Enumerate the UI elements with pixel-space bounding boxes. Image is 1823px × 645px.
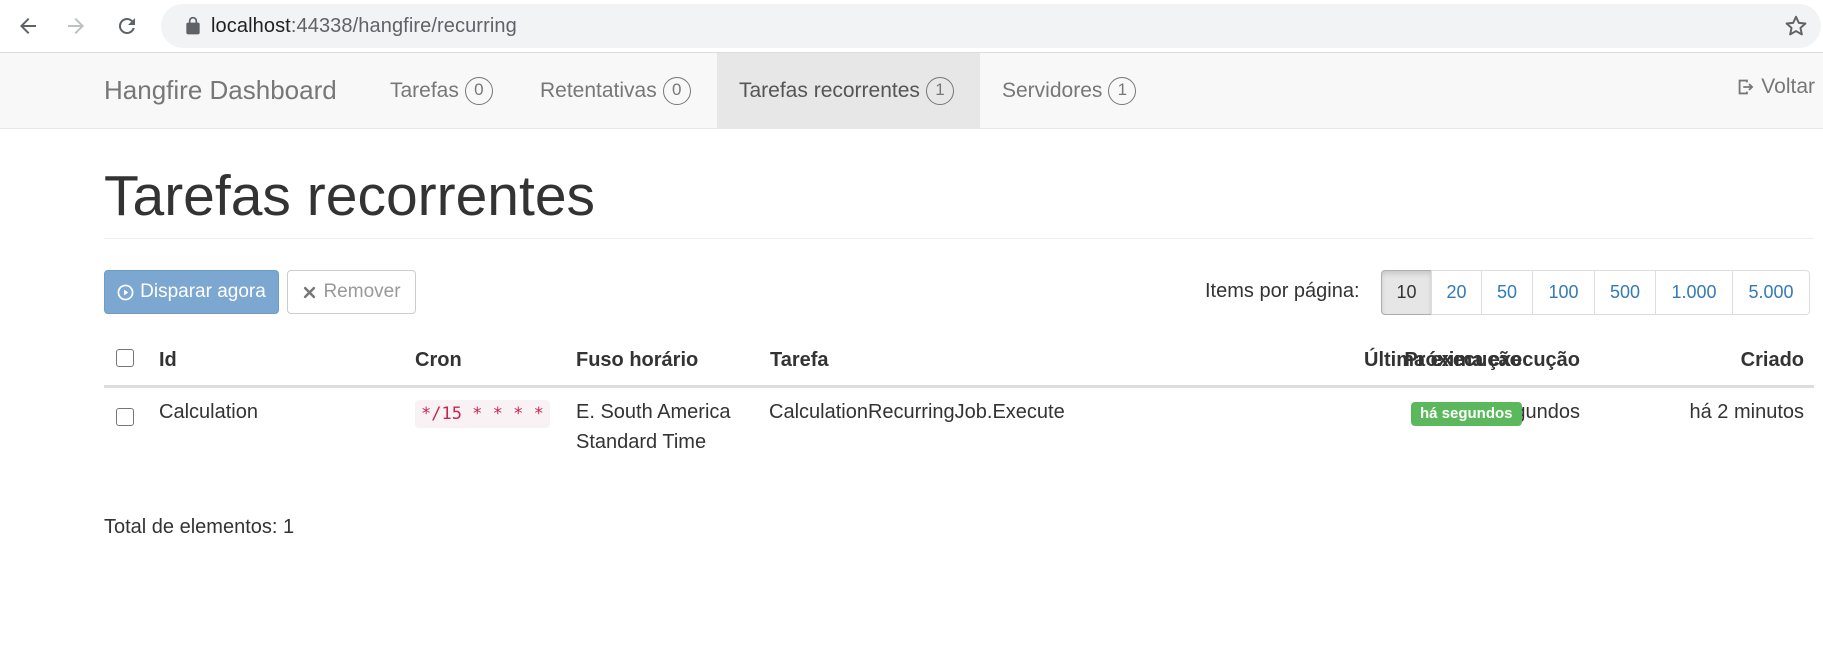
url-path: :44338/hangfire/recurring — [290, 15, 517, 37]
column-header-created: Criado — [1740, 349, 1804, 371]
nav-count-badge: 0 — [464, 77, 493, 105]
url-host: localhost — [211, 15, 291, 37]
job-method-cell: CalculationRecurringJob.Execute — [769, 401, 1065, 423]
top-navbar: Hangfire Dashboard Tarefas 0 Retentativa… — [0, 53, 1823, 129]
per-page-option-100[interactable]: 100 — [1532, 270, 1595, 315]
column-header-id: Id — [159, 349, 177, 371]
last-execution-cell: há segundos — [1411, 397, 1522, 427]
reload-button[interactable] — [109, 8, 145, 44]
trigger-now-label: Disparar agora — [140, 281, 266, 302]
created-cell: há 2 minutos — [1689, 401, 1804, 423]
back-arrow-icon — [20, 18, 36, 34]
trigger-now-button[interactable]: Disparar agora — [104, 270, 279, 314]
column-header-timezone: Fuso horário — [576, 349, 699, 371]
cron-expression: */15 * * * * — [415, 400, 550, 428]
nav-item-label: Tarefas recorrentes — [739, 79, 920, 102]
nav-item-retentativas[interactable]: Retentativas 0 — [518, 53, 713, 129]
back-button[interactable] — [10, 8, 46, 44]
column-header-cron: Cron — [415, 349, 462, 371]
forward-button[interactable] — [58, 8, 94, 44]
table-row: Calculation */15 * * * * E. South Americ… — [104, 388, 1814, 468]
job-id-link[interactable]: Calculation — [159, 397, 258, 427]
url-text: localhost:44338/hangfire/recurring — [211, 15, 517, 38]
title-divider — [104, 238, 1814, 239]
brand-link[interactable]: Hangfire Dashboard — [104, 75, 337, 106]
total-count-text: Total de elementos: 1 — [104, 516, 295, 538]
remove-button[interactable]: Remover — [287, 270, 416, 314]
nav-count-badge: 1 — [925, 77, 954, 105]
per-page-option-500[interactable]: 500 — [1594, 270, 1656, 315]
timezone-line-2: Standard Time — [576, 431, 707, 453]
reload-icon — [118, 17, 135, 34]
row-checkbox[interactable] — [116, 408, 134, 426]
per-page-option-10[interactable]: 10 — [1381, 270, 1432, 315]
per-page-option-1000[interactable]: 1.000 — [1655, 270, 1733, 315]
select-all-checkbox[interactable] — [116, 349, 134, 367]
logout-link[interactable]: Voltar — [1735, 75, 1815, 99]
forward-arrow-icon — [68, 18, 84, 34]
nav-item-label: Servidores — [1002, 79, 1103, 102]
nav-count-badge: 0 — [662, 77, 691, 105]
nav-item-servidores[interactable]: Servidores 1 — [980, 53, 1158, 129]
timezone-line-1: E. South America — [576, 401, 731, 423]
remove-label: Remover — [323, 281, 401, 302]
lock-icon — [186, 16, 200, 35]
bookmark-star-icon[interactable] — [1783, 13, 1809, 39]
last-execution-status-badge[interactable]: há segundos — [1411, 402, 1522, 426]
nav-item-tarefas[interactable]: Tarefas 0 — [368, 53, 515, 129]
per-page-option-5000[interactable]: 5.000 — [1732, 270, 1810, 315]
nav-item-tarefas-recorrentes[interactable]: Tarefas recorrentes 1 — [717, 53, 980, 129]
close-icon — [304, 286, 316, 298]
per-page-selector: 10 20 50 100 500 1.000 5.000 — [1381, 270, 1810, 315]
nav-count-badge: 1 — [1108, 77, 1137, 105]
address-bar[interactable]: localhost:44338/hangfire/recurring — [161, 4, 1821, 48]
per-page-option-20[interactable]: 20 — [1431, 270, 1482, 315]
logout-label: Voltar — [1761, 75, 1815, 98]
nav-item-label: Tarefas — [390, 79, 459, 102]
browser-toolbar: localhost:44338/hangfire/recurring — [0, 0, 1823, 53]
column-header-job: Tarefa — [770, 349, 829, 371]
nav-item-label: Retentativas — [540, 79, 657, 102]
table-header-row: Id Cron Fuso horário Tarefa Próxima exec… — [104, 335, 1814, 388]
column-header-last-execution: Última execução — [1364, 349, 1522, 371]
timezone-cell: E. South America Standard Time — [576, 397, 731, 457]
per-page-label: Items por página: — [1205, 280, 1360, 302]
page-title: Tarefas recorrentes — [104, 164, 596, 228]
log-out-icon — [1738, 79, 1754, 95]
play-circle-icon — [117, 284, 134, 300]
per-page-option-50[interactable]: 50 — [1481, 270, 1533, 315]
cron-cell: */15 * * * * — [415, 398, 550, 428]
